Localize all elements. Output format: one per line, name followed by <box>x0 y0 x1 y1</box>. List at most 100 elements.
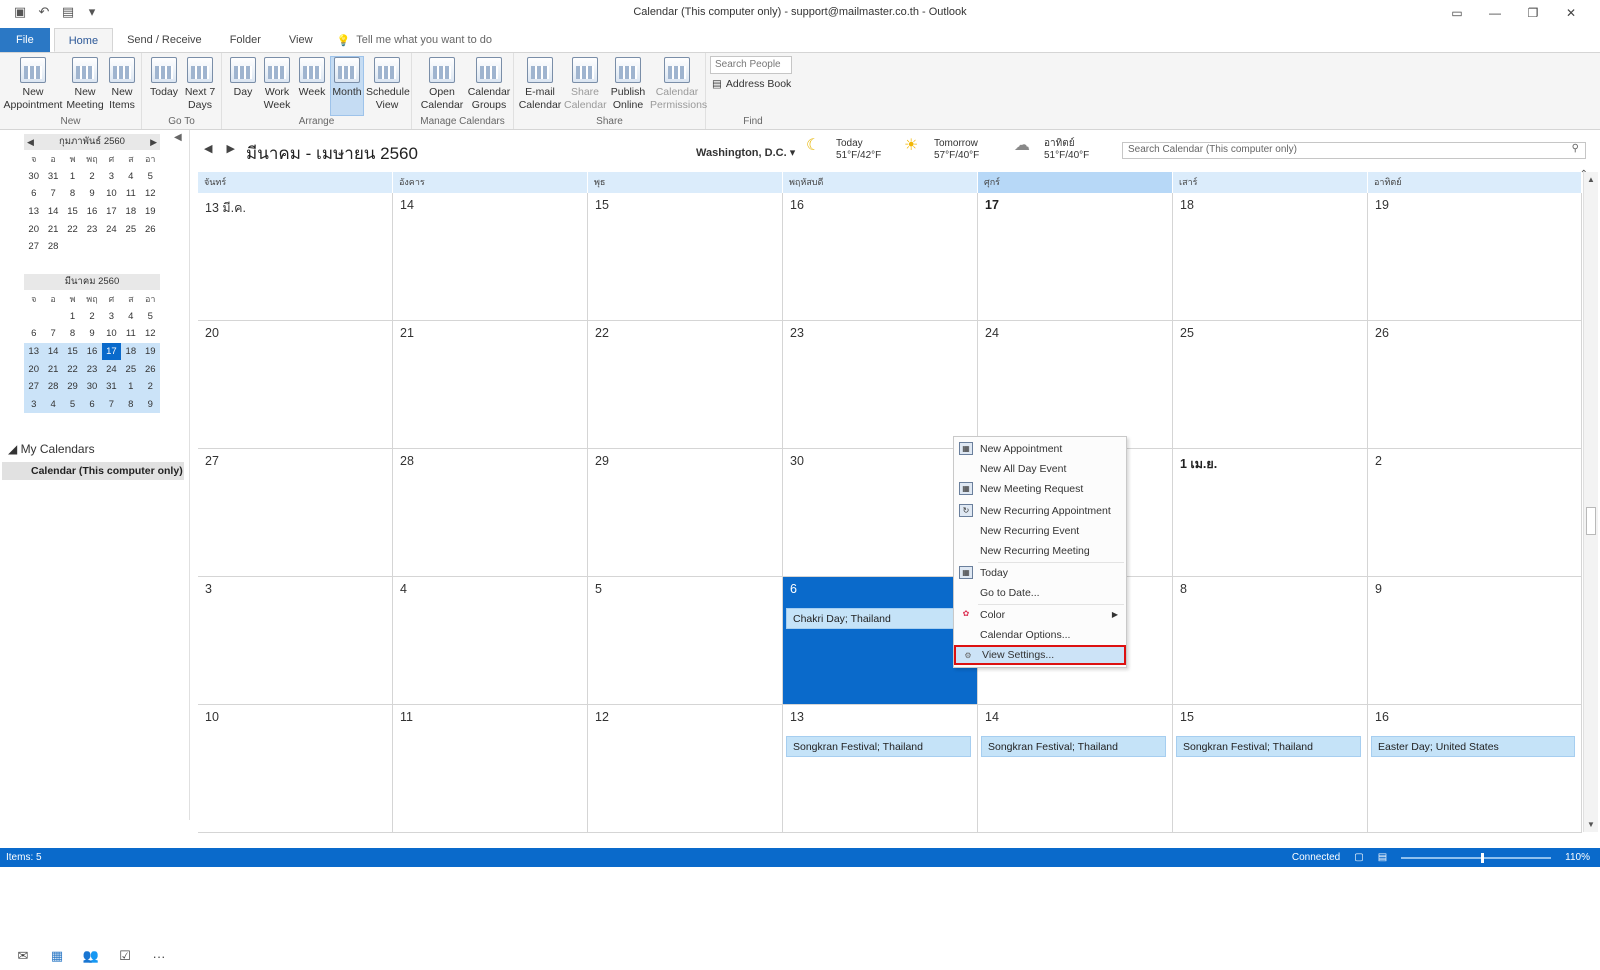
day-cell[interactable]: 14 Songkran Festival; Thailand <box>978 705 1173 833</box>
day-cell[interactable]: 6 Chakri Day; Thailand <box>783 577 978 705</box>
mini-day[interactable]: 24 <box>102 220 121 238</box>
mini-day[interactable]: 2 <box>82 168 101 186</box>
prev-month-icon[interactable]: ◀ <box>27 134 34 150</box>
mini-day[interactable]: 12 <box>141 185 160 203</box>
menu-new-recurring-event[interactable]: New Recurring Event <box>954 521 1126 541</box>
week-button[interactable]: Week <box>296 57 328 99</box>
work-week-button[interactable]: Work Week <box>260 57 294 112</box>
day-cell[interactable]: 16 <box>783 193 978 321</box>
mini-day[interactable]: 9 <box>140 395 160 414</box>
menu-today[interactable]: ▦ Today <box>954 563 1126 583</box>
day-cell[interactable]: 10 <box>198 705 393 833</box>
restore-icon[interactable]: ❐ <box>1514 3 1552 23</box>
scroll-down-icon[interactable]: ▼ <box>1587 820 1595 829</box>
mini-day[interactable]: 22 <box>63 220 82 238</box>
menu-view-settings[interactable]: ⚙ View Settings... <box>954 645 1126 665</box>
mini-day[interactable]: 2 <box>82 308 101 326</box>
calendar-icon[interactable]: ▦ <box>40 948 74 964</box>
mini-day[interactable]: 26 <box>140 360 160 378</box>
schedule-view-button[interactable]: Schedule View <box>366 57 410 112</box>
mini-day[interactable]: 6 <box>24 185 43 203</box>
day-cell[interactable]: 16 Easter Day; United States <box>1368 705 1582 833</box>
mini-day[interactable]: 31 <box>101 377 122 396</box>
mini-day[interactable]: 16 <box>82 342 102 361</box>
day-cell[interactable]: 2 <box>1368 449 1582 577</box>
mini-day[interactable]: 7 <box>101 395 122 414</box>
mini-day[interactable]: 4 <box>121 168 140 186</box>
day-cell[interactable]: 15 <box>588 193 783 321</box>
mini-day[interactable]: 24 <box>101 360 122 378</box>
day-cell[interactable]: 25 <box>1173 321 1368 449</box>
tab-folder[interactable]: Folder <box>216 28 275 52</box>
next-period-icon[interactable]: ▶ <box>226 142 234 155</box>
mini-day[interactable]: 15 <box>63 203 82 221</box>
scroll-thumb[interactable] <box>1586 507 1596 535</box>
mini-day[interactable]: 6 <box>82 395 102 414</box>
mini-day[interactable]: 28 <box>43 238 62 256</box>
calendar-event[interactable]: Songkran Festival; Thailand <box>981 736 1166 757</box>
menu-new-appointment[interactable]: ▦ New Appointment <box>954 439 1126 459</box>
mini-day[interactable]: 3 <box>102 308 121 326</box>
next-7-days-button[interactable]: Next 7 Days <box>182 57 218 112</box>
calendar-folder-item[interactable]: Calendar (This computer only) <box>2 462 184 480</box>
mini-day[interactable]: 30 <box>82 377 102 396</box>
ribbon-display-icon[interactable]: ▭ <box>1438 3 1476 23</box>
close-icon[interactable]: ✕ <box>1552 3 1590 23</box>
day-cell[interactable]: 20 <box>198 321 393 449</box>
mini-day[interactable]: 31 <box>43 168 62 186</box>
mini-day[interactable]: 19 <box>140 342 160 361</box>
new-items-button[interactable]: New Items <box>104 57 140 112</box>
address-book-button[interactable]: ▤ Address Book <box>712 78 791 90</box>
vertical-scrollbar[interactable]: ▲ ▼ <box>1583 172 1598 832</box>
tasks-icon[interactable]: ☑ <box>108 948 142 964</box>
calendar-event[interactable]: Easter Day; United States <box>1371 736 1575 757</box>
mini-day[interactable]: 21 <box>43 220 62 238</box>
search-calendar-input[interactable]: Search Calendar (This computer only) ⚲ <box>1122 142 1586 159</box>
mini-day[interactable] <box>63 238 82 256</box>
mini-day[interactable]: 27 <box>24 238 43 256</box>
mini-day[interactable]: 5 <box>141 308 160 326</box>
calendar-permissions-button[interactable]: Calendar Permissions <box>650 57 707 112</box>
menu-go-to-date[interactable]: Go to Date... <box>954 583 1126 603</box>
day-cell[interactable]: 22 <box>588 321 783 449</box>
mini-day[interactable]: 10 <box>102 185 121 203</box>
mini-day[interactable]: 11 <box>121 185 140 203</box>
mini-day[interactable]: 6 <box>24 325 43 343</box>
mini-day[interactable]: 1 <box>63 168 82 186</box>
normal-view-icon[interactable]: ▢ <box>1354 848 1363 867</box>
mini-day[interactable]: 1 <box>121 377 141 396</box>
mini-day[interactable]: 10 <box>102 325 121 343</box>
menu-new-meeting-request[interactable]: ▦ New Meeting Request <box>954 479 1126 499</box>
mini-day[interactable]: 18 <box>121 342 141 361</box>
mini-day[interactable]: 1 <box>63 308 82 326</box>
mini-day[interactable]: 16 <box>82 203 101 221</box>
calendar-event[interactable]: Songkran Festival; Thailand <box>786 736 971 757</box>
day-cell[interactable]: 8 <box>1173 577 1368 705</box>
people-icon[interactable]: 👥 <box>74 948 108 964</box>
day-view-button[interactable]: Day <box>228 57 258 99</box>
mini-day[interactable]: 11 <box>121 325 140 343</box>
mail-icon[interactable]: ✉ <box>6 948 40 964</box>
open-calendar-button[interactable]: Open Calendar <box>420 57 464 112</box>
day-cell[interactable]: 30 <box>783 449 978 577</box>
month-button[interactable]: Month <box>330 56 364 116</box>
mini-day[interactable]: 17 <box>102 203 121 221</box>
day-cell[interactable]: 3 <box>198 577 393 705</box>
day-cell[interactable]: 23 <box>783 321 978 449</box>
mini-day[interactable]: 4 <box>43 395 63 414</box>
mini-day[interactable]: 23 <box>82 220 101 238</box>
menu-new-all-day-event[interactable]: New All Day Event <box>954 459 1126 479</box>
mini-day[interactable] <box>102 238 121 256</box>
my-calendars-header[interactable]: ◢ My Calendars <box>8 442 95 456</box>
day-cell[interactable]: 11 <box>393 705 588 833</box>
day-cell[interactable]: 13 Songkran Festival; Thailand <box>783 705 978 833</box>
today-button[interactable]: Today <box>148 57 180 99</box>
day-cell[interactable]: 19 <box>1368 193 1582 321</box>
day-cell[interactable]: 12 <box>588 705 783 833</box>
day-cell[interactable]: 18 <box>1173 193 1368 321</box>
weather-location[interactable]: Washington, D.C. ▾ <box>696 146 795 159</box>
new-appointment-button[interactable]: New Appointment <box>2 57 64 112</box>
mini-day[interactable]: 19 <box>141 203 160 221</box>
mini-day[interactable]: 3 <box>24 395 44 414</box>
mini-day[interactable]: 28 <box>43 377 63 396</box>
